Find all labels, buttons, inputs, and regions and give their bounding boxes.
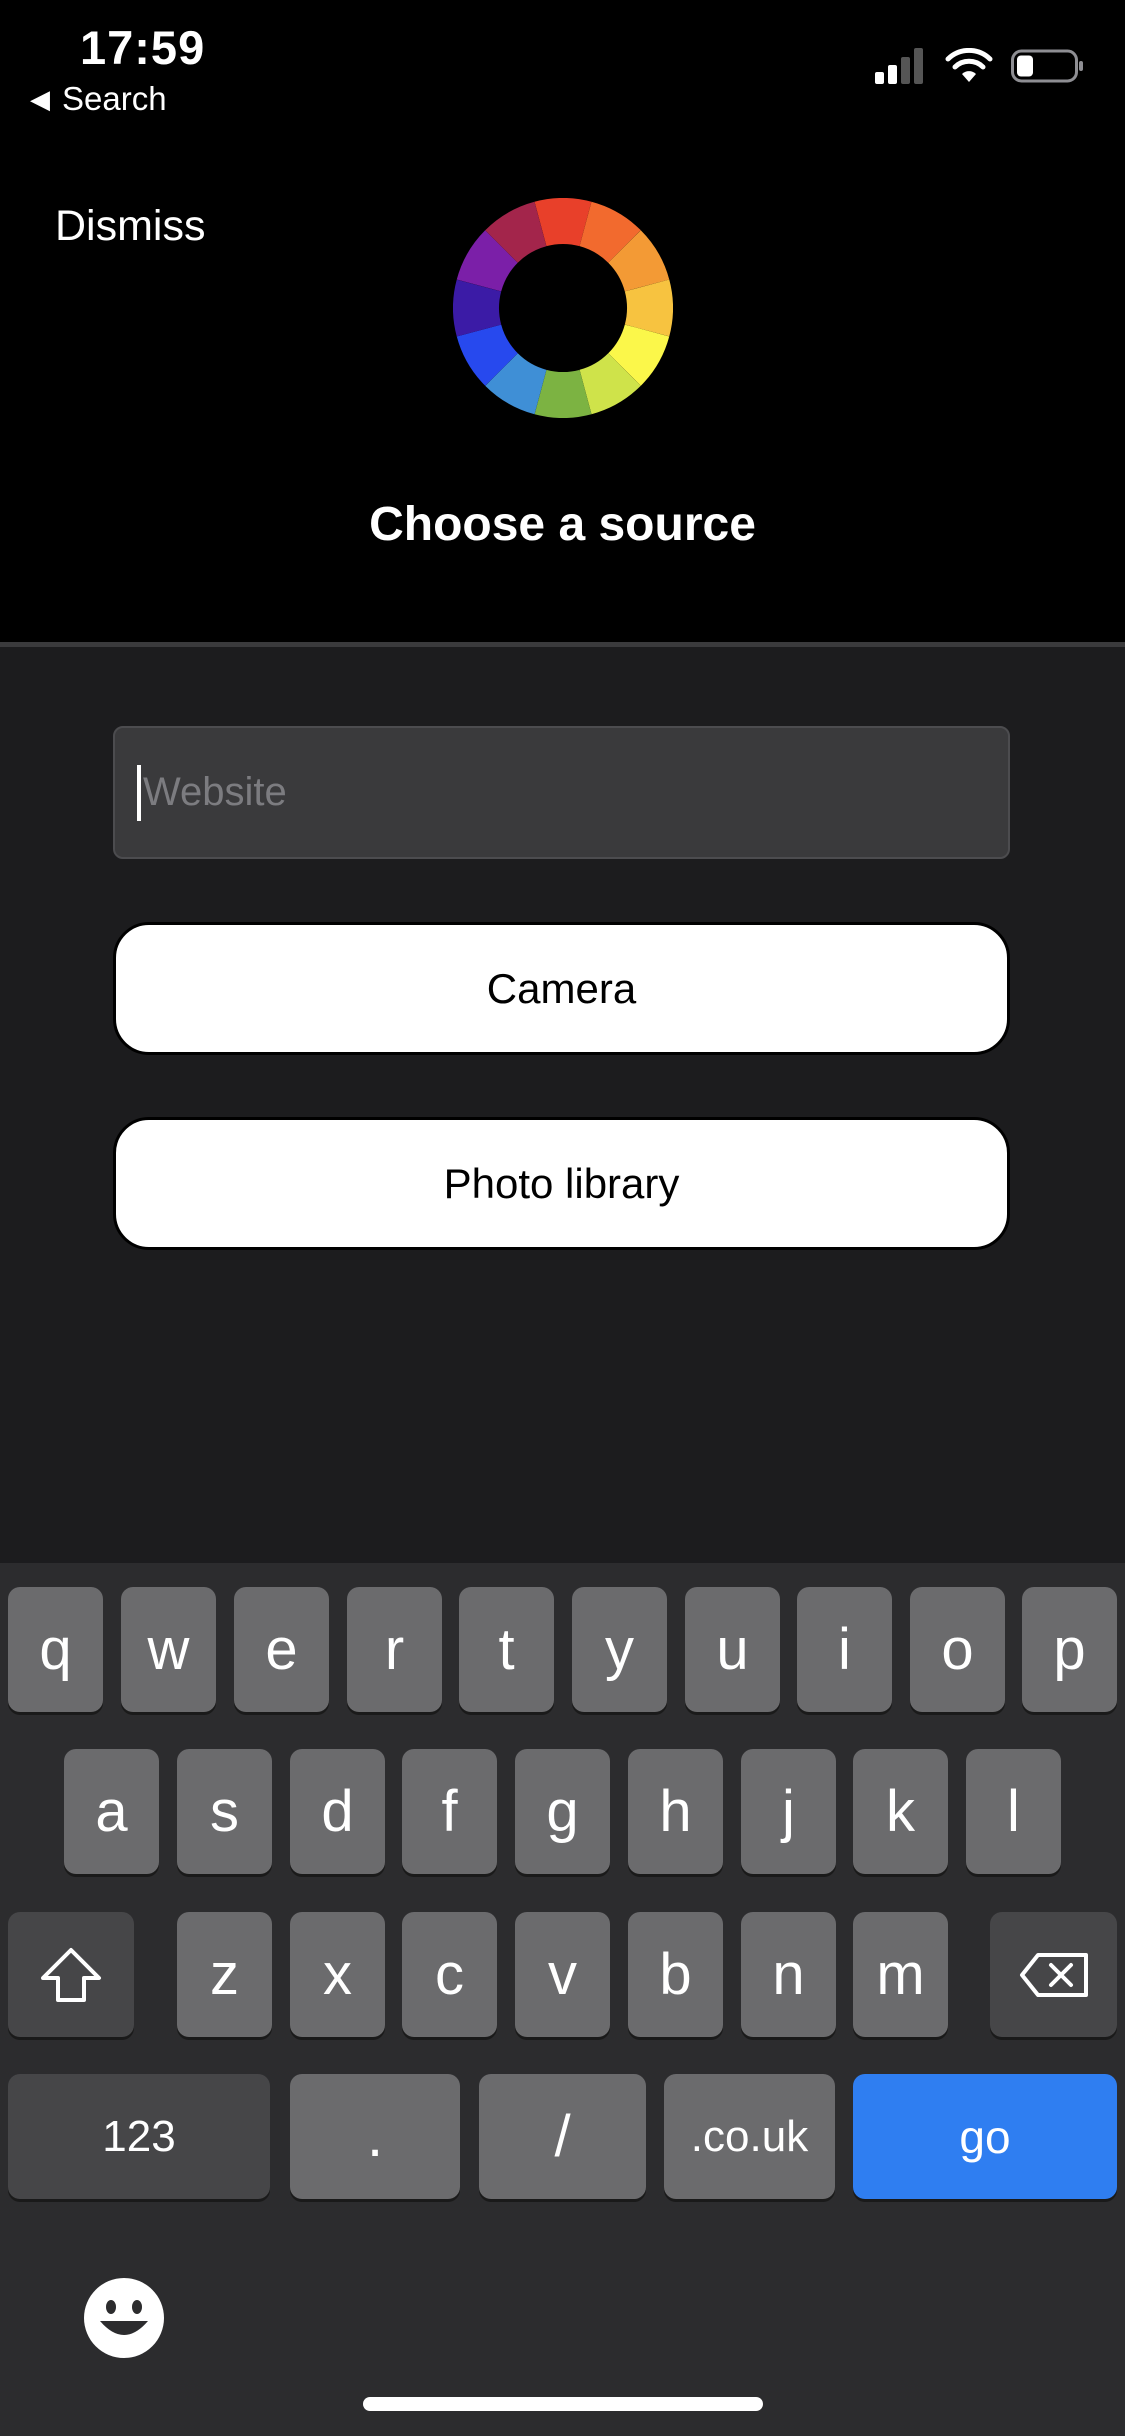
emoji-icon[interactable] [83,2277,165,2359]
header: Dismiss Choose a source [0,130,1125,642]
battery-icon [1011,49,1083,83]
key-w[interactable]: w [121,1587,216,1712]
key-k[interactable]: k [853,1749,948,1874]
shift-key[interactable] [8,1912,134,2037]
home-indicator[interactable] [363,2397,763,2411]
key-c[interactable]: c [402,1912,497,2037]
shift-arrow-icon [41,1947,101,2002]
status-icons [875,48,1085,84]
back-app-label: Search [62,80,167,117]
key-f[interactable]: f [402,1749,497,1874]
cellular-signal-icon [875,48,923,84]
domain-key[interactable]: .co.uk [664,2074,835,2199]
page-title: Choose a source [369,498,756,551]
key-t[interactable]: t [459,1587,554,1712]
backspace-icon [1019,1952,1088,1997]
key-a[interactable]: a [64,1749,159,1874]
key-h[interactable]: h [628,1749,723,1874]
key-n[interactable]: n [741,1912,836,2037]
key-l[interactable]: l [966,1749,1061,1874]
slash-key[interactable]: / [479,2074,646,2199]
key-m[interactable]: m [853,1912,948,2037]
key-e[interactable]: e [234,1587,329,1712]
backspace-key[interactable] [990,1912,1117,2037]
key-p[interactable]: p [1022,1587,1117,1712]
website-input[interactable]: Website [113,726,1010,859]
status-bar: 17:59 ◀ Search [0,0,1125,130]
key-d[interactable]: d [290,1749,385,1874]
dismiss-button[interactable]: Dismiss [55,202,205,251]
key-x[interactable]: x [290,1912,385,2037]
wifi-icon [945,48,993,82]
website-placeholder: Website [143,770,287,814]
status-time: 17:59 [80,21,206,74]
numbers-key[interactable]: 123 [8,2074,270,2199]
key-s[interactable]: s [177,1749,272,1874]
key-u[interactable]: u [685,1587,780,1712]
key-y[interactable]: y [572,1587,667,1712]
back-to-app-link[interactable]: ◀ Search [30,80,167,118]
key-v[interactable]: v [515,1912,610,2037]
key-g[interactable]: g [515,1749,610,1874]
camera-button[interactable]: Camera [113,922,1010,1055]
keyboard: q w e r t y u i o p a s d f g h j k l z … [0,1563,1125,2436]
key-i[interactable]: i [797,1587,892,1712]
back-triangle-icon: ◀ [30,83,50,114]
key-o[interactable]: o [910,1587,1005,1712]
dot-key[interactable]: . [290,2074,460,2199]
key-z[interactable]: z [177,1912,272,2037]
key-j[interactable]: j [741,1749,836,1874]
color-wheel-logo-icon [453,198,673,418]
photo-library-button[interactable]: Photo library [113,1117,1010,1250]
go-key[interactable]: go [853,2074,1117,2199]
key-b[interactable]: b [628,1912,723,2037]
key-q[interactable]: q [8,1587,103,1712]
key-r[interactable]: r [347,1587,442,1712]
source-sheet: Website Camera Photo library [0,647,1125,1563]
text-caret [137,764,141,821]
